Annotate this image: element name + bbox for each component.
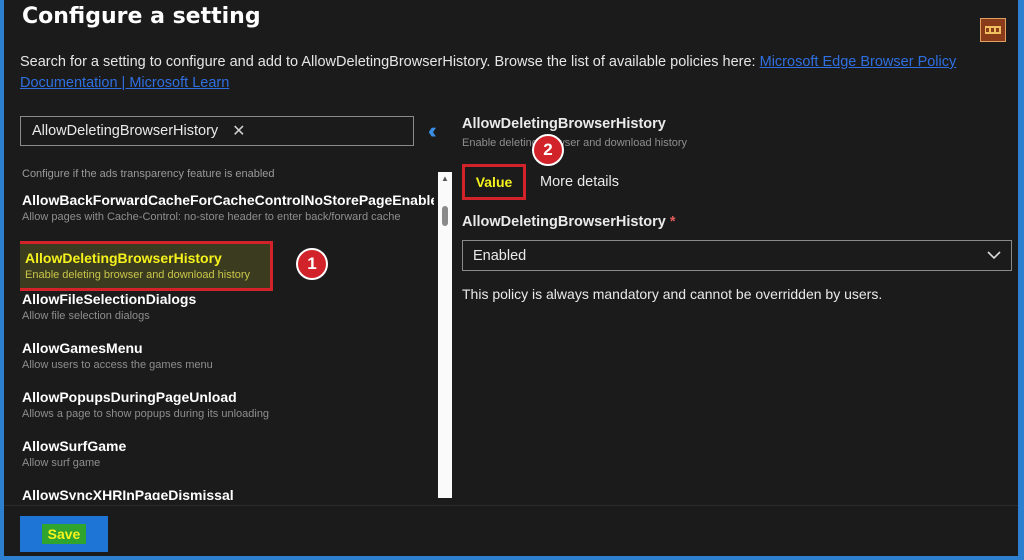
list-item-name: AllowPopupsDuringPageUnload bbox=[22, 389, 237, 405]
scrollbar-thumb[interactable] bbox=[442, 206, 448, 226]
list-item-desc: Allow users to access the games menu bbox=[22, 359, 213, 371]
detail-tabs: Value More details bbox=[462, 164, 619, 200]
footer-divider bbox=[4, 505, 1018, 506]
search-input[interactable]: AllowDeletingBrowserHistory ✕ bbox=[20, 116, 414, 146]
configure-setting-panel: Configure a setting Search for a setting… bbox=[4, 0, 1018, 556]
list-item-name: AllowDeletingBrowserHistory bbox=[25, 250, 222, 266]
value-select[interactable]: Enabled bbox=[462, 240, 1012, 271]
settings-list: Configure if the ads transparency featur… bbox=[20, 168, 434, 500]
list-item-name: AllowSurfGame bbox=[22, 438, 127, 454]
tab-more-details[interactable]: More details bbox=[540, 174, 619, 190]
annotation-badge-1: 1 bbox=[296, 248, 328, 280]
save-label: Save bbox=[41, 524, 87, 544]
description-text: Search for a setting to configure and ad… bbox=[20, 54, 760, 70]
chevron-down-icon[interactable] bbox=[987, 247, 1011, 265]
list-item-desc: Allow file selection dialogs bbox=[22, 310, 150, 322]
logo-icon bbox=[983, 22, 1003, 38]
list-item-desc: Allows a page to show popups during its … bbox=[22, 408, 270, 420]
list-item-desc: Allow surf game bbox=[22, 457, 101, 469]
collapse-chevrons-icon[interactable]: ‹‹ bbox=[428, 118, 436, 144]
list-item[interactable]: AllowSyncXHRInPageDismissal bbox=[20, 487, 434, 500]
scroll-up-icon[interactable]: ▲ bbox=[441, 174, 449, 183]
list-item[interactable]: AllowSurfGame Allow surf game bbox=[20, 438, 434, 487]
page-title: Configure a setting bbox=[22, 4, 261, 29]
policy-note: This policy is always mandatory and cann… bbox=[462, 286, 883, 302]
detail-title: AllowDeletingBrowserHistory bbox=[462, 116, 666, 132]
list-item-name: AllowBackForwardCacheForCacheControlNoSt… bbox=[22, 192, 434, 208]
field-label-text: AllowDeletingBrowserHistory bbox=[462, 214, 666, 230]
description: Search for a setting to configure and ad… bbox=[20, 52, 1000, 94]
search-value[interactable]: AllowDeletingBrowserHistory bbox=[21, 123, 218, 139]
select-value: Enabled bbox=[473, 247, 527, 264]
annotation-badge-2: 2 bbox=[532, 134, 564, 166]
list-item-name: AllowGamesMenu bbox=[22, 340, 143, 356]
list-item-selected[interactable]: AllowDeletingBrowserHistory Enable delet… bbox=[20, 241, 273, 291]
field-label: AllowDeletingBrowserHistory * bbox=[462, 214, 676, 230]
close-icon[interactable]: ✕ bbox=[232, 121, 245, 141]
tab-value[interactable]: Value bbox=[462, 164, 526, 200]
list-item-name: AllowSyncXHRInPageDismissal bbox=[22, 487, 234, 500]
list-item[interactable]: AllowBackForwardCacheForCacheControlNoSt… bbox=[20, 192, 434, 241]
list-item-name: AllowFileSelectionDialogs bbox=[22, 291, 197, 307]
save-button[interactable]: Save bbox=[20, 516, 108, 552]
list-item[interactable]: AllowGamesMenu Allow users to access the… bbox=[20, 340, 434, 389]
list-item-desc: Enable deleting browser and download his… bbox=[25, 269, 251, 281]
list-item[interactable]: AllowPopupsDuringPageUnload Allows a pag… bbox=[20, 389, 434, 438]
list-item-desc: Configure if the ads transparency featur… bbox=[22, 168, 275, 180]
list-item-desc: Allow pages with Cache-Control: no-store… bbox=[22, 211, 401, 223]
list-item[interactable]: AllowFileSelectionDialogs Allow file sel… bbox=[20, 291, 434, 340]
required-mark: * bbox=[669, 214, 676, 230]
list-scrollbar[interactable]: ▲ bbox=[438, 172, 452, 498]
site-logo bbox=[980, 18, 1006, 42]
